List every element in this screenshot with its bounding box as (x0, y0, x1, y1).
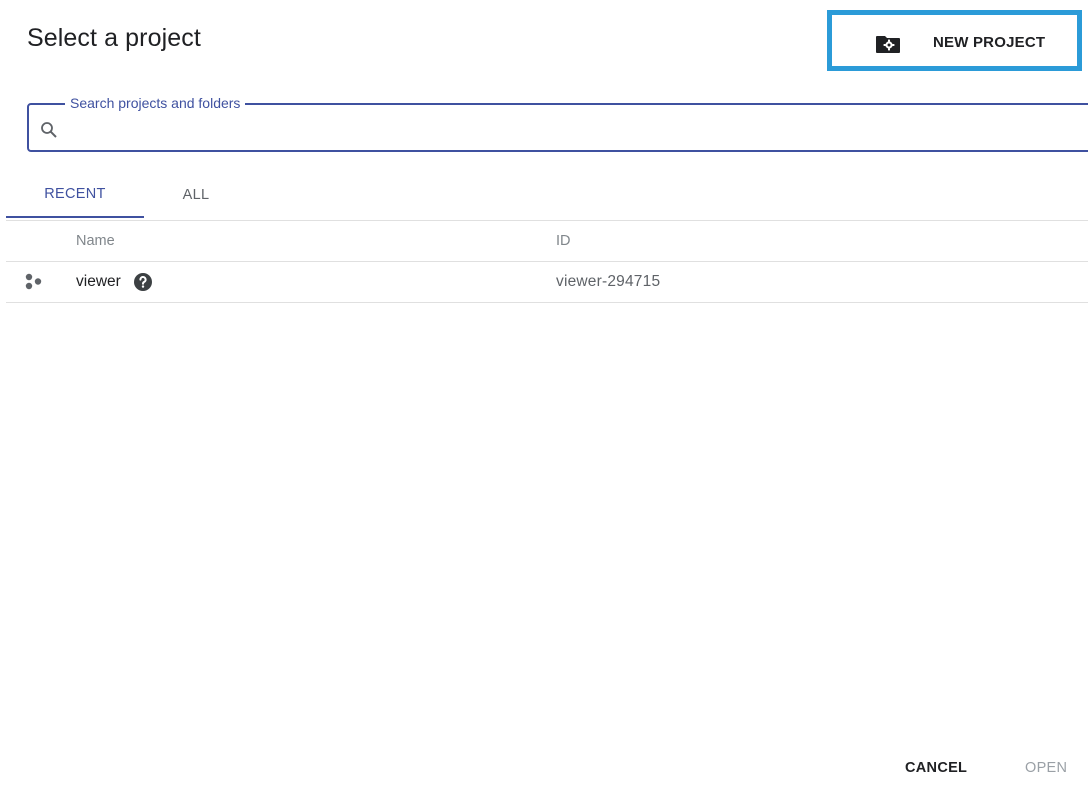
dialog-actions: CANCEL OPEN (0, 755, 1088, 785)
tab-bar: RECENT ALL (6, 172, 248, 220)
new-project-button[interactable]: NEW PROJECT (827, 10, 1082, 71)
table-header-row: Name ID (6, 220, 1088, 261)
search-icon (41, 122, 57, 138)
project-dots-icon (25, 273, 42, 290)
search-label: Search projects and folders (65, 94, 246, 112)
project-name-cell: viewer (76, 262, 153, 302)
project-name[interactable]: viewer (76, 273, 121, 291)
cancel-button[interactable]: CANCEL (905, 760, 967, 776)
new-project-label: NEW PROJECT (933, 34, 1046, 51)
project-id-cell: viewer-294715 (556, 262, 660, 302)
open-button[interactable]: OPEN (1025, 760, 1067, 776)
search-label-text: Search projects and folders (70, 95, 241, 111)
projects-table: Name ID viewer viewer-294715 (6, 220, 1088, 303)
project-icon-cell (24, 262, 52, 302)
project-id: viewer-294715 (556, 273, 661, 290)
dialog-title: Select a project (27, 24, 201, 52)
column-header-id[interactable]: ID (556, 221, 571, 261)
tab-recent[interactable]: RECENT (6, 172, 144, 218)
table-row[interactable]: viewer viewer-294715 (6, 261, 1088, 303)
select-project-dialog: Select a project NEW PROJECT Search proj… (0, 0, 1088, 811)
column-header-name[interactable]: Name (76, 221, 115, 261)
search-input[interactable] (69, 113, 1063, 145)
folder-settings-icon (876, 36, 900, 53)
help-icon[interactable] (133, 272, 153, 292)
tab-all[interactable]: ALL (144, 172, 248, 218)
search-field[interactable]: Search projects and folders (27, 94, 1088, 152)
